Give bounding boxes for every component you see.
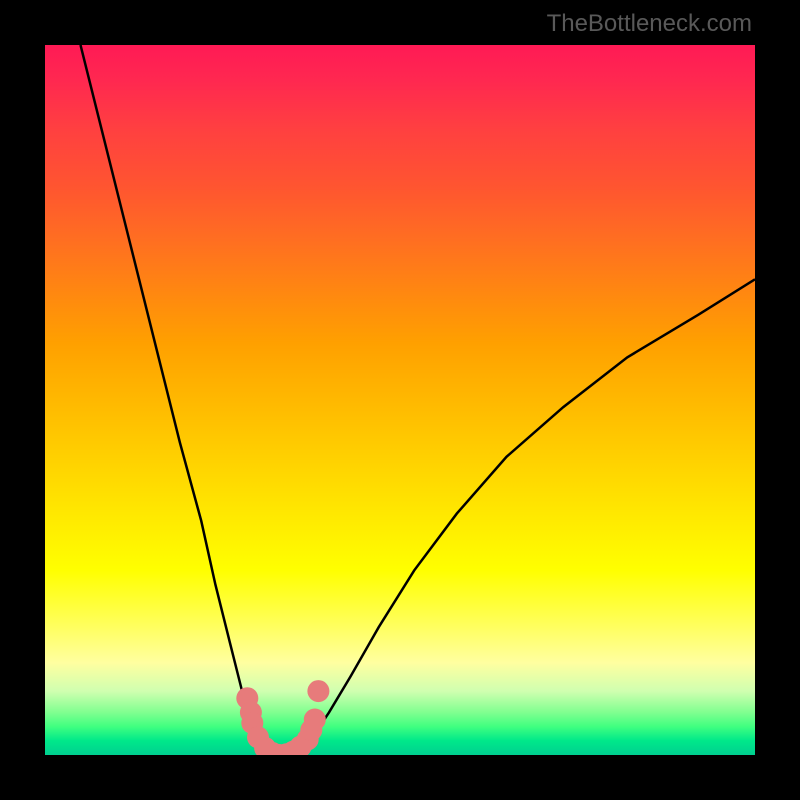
watermark-text: TheBottleneck.com	[547, 10, 752, 38]
data-dot	[307, 680, 329, 702]
curve-left-curve	[81, 45, 280, 755]
data-dot	[304, 709, 326, 731]
chart-svg	[45, 45, 755, 755]
curve-right-curve	[279, 279, 755, 755]
chart-container: TheBottleneck.com	[0, 0, 800, 800]
